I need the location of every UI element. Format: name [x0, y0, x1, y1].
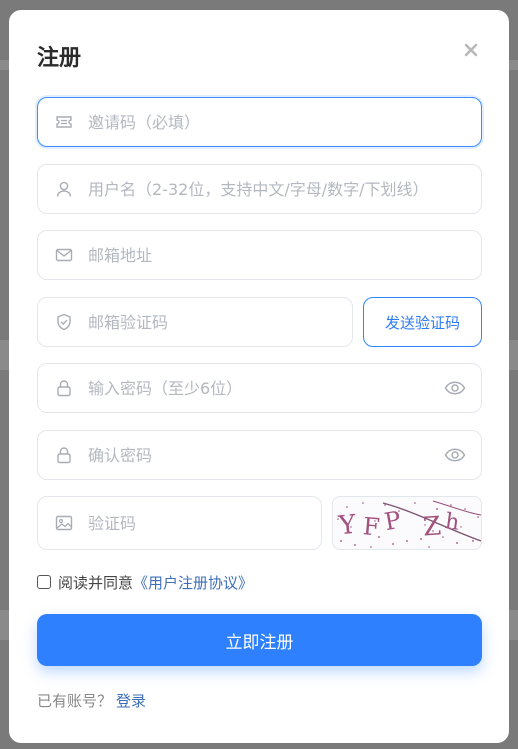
- lock-icon: [54, 445, 74, 465]
- invite-code-field: [37, 97, 482, 147]
- captcha-input[interactable]: [88, 513, 321, 533]
- register-button[interactable]: 立即注册: [37, 614, 482, 666]
- username-field: [37, 164, 482, 214]
- lock-icon: [54, 378, 74, 398]
- captcha-char-3: P: [382, 506, 403, 536]
- password-input[interactable]: [88, 378, 443, 398]
- email-input[interactable]: [88, 245, 481, 265]
- agreement-row: 阅读并同意 《用户注册协议》: [37, 572, 253, 592]
- modal-title: 注册: [37, 46, 82, 71]
- close-icon: [464, 43, 478, 57]
- captcha-char-2: F: [362, 512, 381, 541]
- username-input[interactable]: [88, 179, 481, 199]
- captcha-field: [37, 496, 322, 550]
- ticket-icon: [54, 112, 74, 132]
- agreement-link[interactable]: 《用户注册协议》: [133, 572, 253, 593]
- mail-icon: [54, 245, 74, 265]
- email-field: [37, 230, 482, 280]
- agreement-prefix: 阅读并同意: [58, 573, 134, 592]
- show-confirm-password-eye-icon[interactable]: [443, 445, 467, 465]
- shield-icon: [54, 312, 74, 332]
- close-button[interactable]: [459, 38, 483, 62]
- image-icon: [54, 513, 74, 533]
- email-code-input[interactable]: [88, 312, 352, 332]
- login-prompt: 已有账号？: [37, 692, 113, 710]
- login-prompt-row: 已有账号？ 登录: [37, 690, 146, 711]
- register-modal: 注册 邀请码（必填） 用户名（2-32位，支持中文/字母/数字/下划线） 邮箱地…: [9, 10, 509, 743]
- email-code-field: [37, 297, 353, 347]
- login-link[interactable]: 登录: [116, 692, 146, 710]
- confirm-password-input[interactable]: [88, 445, 443, 465]
- user-icon: [54, 179, 74, 199]
- captcha-char-1: Y: [336, 510, 358, 542]
- captcha-char-4: Z: [422, 511, 442, 542]
- confirm-password-field: [37, 430, 482, 480]
- show-password-eye-icon[interactable]: [443, 378, 467, 398]
- send-code-button[interactable]: 发送验证码: [363, 297, 482, 347]
- invite-code-input[interactable]: [88, 112, 481, 132]
- agreement-checkbox[interactable]: [37, 575, 51, 589]
- password-field: [37, 363, 482, 413]
- captcha-image[interactable]: Y F P Z h: [332, 496, 482, 550]
- captcha-graphic: Y F P Z h: [336, 500, 481, 548]
